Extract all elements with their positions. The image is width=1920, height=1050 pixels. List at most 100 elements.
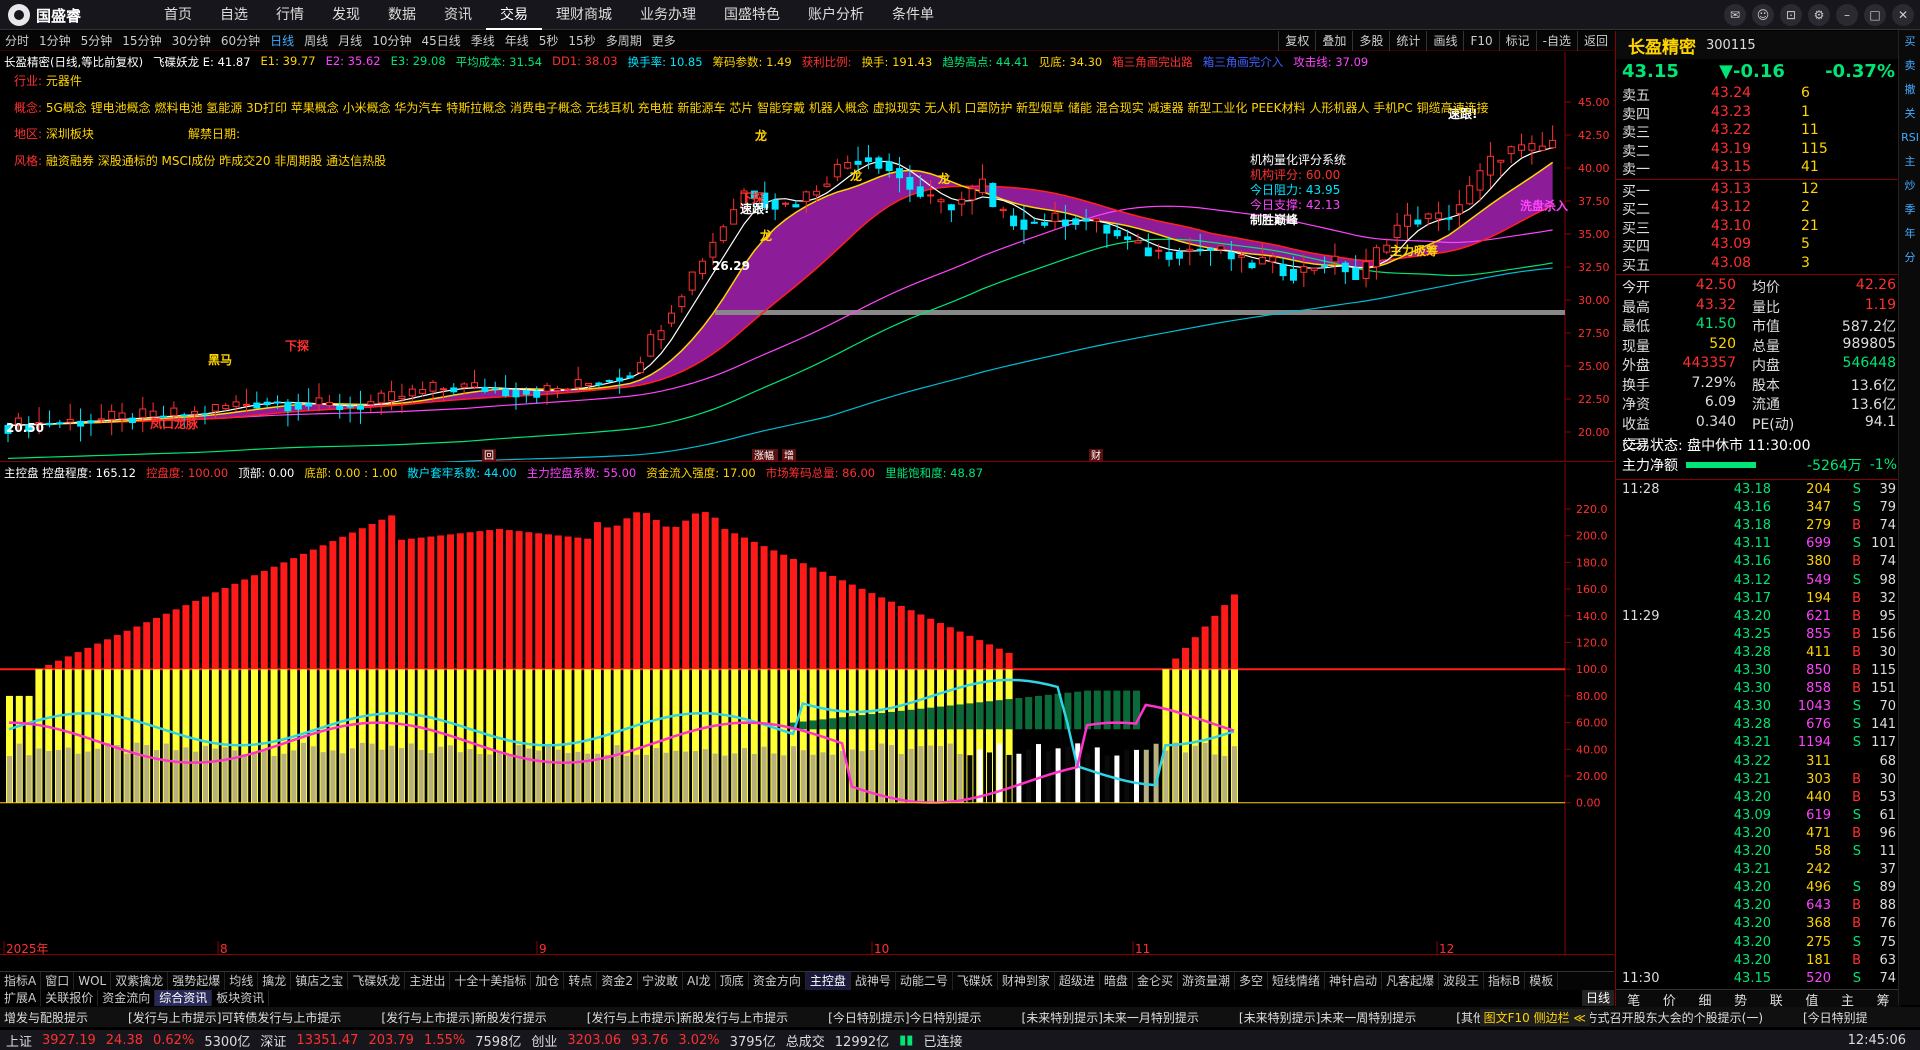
- indicator-tab[interactable]: 强势起爆: [168, 972, 226, 990]
- news-item[interactable]: [未来特别提示]未来一周特别提示: [1239, 1009, 1416, 1026]
- indicator-svg[interactable]: 220.0200.0180.0160.0140.0120.0100.080.00…: [0, 463, 1614, 955]
- quote-tab[interactable]: 价: [1663, 990, 1676, 1009]
- indicator-tab[interactable]: 短线情绪: [1268, 972, 1325, 990]
- period-tab[interactable]: 5秒: [534, 32, 564, 49]
- chart-tool-button[interactable]: 叠加: [1315, 31, 1352, 51]
- menu-item[interactable]: 自选: [206, 0, 262, 30]
- period-tab[interactable]: 1分钟: [34, 32, 76, 49]
- period-tab[interactable]: 45日线: [416, 32, 465, 49]
- side-tool-icon[interactable]: 分: [1899, 246, 1920, 270]
- quote-tab[interactable]: 势: [1734, 990, 1747, 1009]
- indicator-tab[interactable]: 镇店之宝: [291, 972, 349, 990]
- quote-tab[interactable]: 细: [1699, 990, 1712, 1009]
- menu-item[interactable]: 首页: [150, 0, 206, 30]
- indicator-tab[interactable]: 主控盘: [805, 972, 851, 990]
- info-tab[interactable]: 板块资讯: [212, 990, 270, 1006]
- menu-item[interactable]: 数据: [374, 0, 430, 30]
- bid-row[interactable]: 买五 43.08 3: [1616, 255, 1901, 274]
- minimize-icon[interactable]: –: [1836, 4, 1858, 26]
- user-icon[interactable]: ☺: [1752, 4, 1774, 26]
- indicator-tab[interactable]: 转点: [564, 972, 598, 990]
- news-item[interactable]: 增发与配股提示: [4, 1009, 88, 1026]
- side-tool-icon[interactable]: 年: [1899, 222, 1920, 246]
- chart-tool-button[interactable]: 多股: [1352, 31, 1389, 51]
- indicator-tab[interactable]: 超级进: [1055, 972, 1100, 990]
- bid-row[interactable]: 买一 43.13 12: [1616, 181, 1901, 200]
- menu-item[interactable]: 业务办理: [626, 0, 710, 30]
- indicator-tab[interactable]: 多空: [1235, 972, 1268, 990]
- menu-item[interactable]: 发现: [318, 0, 374, 30]
- quote-tab[interactable]: 值: [1805, 990, 1818, 1009]
- ask-row[interactable]: 卖五 43.24 6: [1616, 85, 1901, 104]
- indicator-tab[interactable]: 指标B: [1484, 972, 1526, 990]
- indicator-tab[interactable]: 模板: [1525, 972, 1559, 990]
- event-marker[interactable]: 涨幅: [754, 449, 774, 462]
- indicator-tab[interactable]: 顶底: [716, 972, 749, 990]
- indicator-tab[interactable]: 凡客起爆: [1382, 972, 1440, 990]
- menu-item[interactable]: 国盛特色: [710, 0, 794, 30]
- side-tool-icon[interactable]: 炒: [1899, 174, 1920, 198]
- side-tool-icon[interactable]: 主: [1899, 150, 1920, 174]
- info-tab[interactable]: 关联报价: [41, 990, 99, 1006]
- indicator-tab[interactable]: 窗口: [41, 972, 75, 990]
- news-item[interactable]: [今日特别提: [1803, 1009, 1868, 1026]
- period-tab[interactable]: 多周期: [601, 32, 647, 49]
- chart-tool-button[interactable]: 统计: [1389, 31, 1426, 51]
- indicator-tab[interactable]: 波段王: [1439, 972, 1485, 990]
- indicator-tab[interactable]: 宁波敢: [638, 972, 684, 990]
- indicator-tab[interactable]: 指标A: [0, 972, 42, 990]
- message-icon[interactable]: ✉: [1724, 4, 1746, 26]
- news-item[interactable]: [发行与上市提示]新股发行提示: [381, 1009, 546, 1026]
- menu-item[interactable]: 交易: [486, 0, 542, 30]
- ask-row[interactable]: 卖四 43.23 1: [1616, 104, 1901, 123]
- sidebar-toggle[interactable]: 图文F10 侧边栏 ≪: [1479, 1008, 1590, 1026]
- event-marker[interactable]: 增: [784, 449, 794, 462]
- info-tab[interactable]: 扩展A: [0, 990, 42, 1006]
- quote-tab[interactable]: 主: [1841, 990, 1854, 1009]
- indicator-tab[interactable]: 资金2: [597, 972, 639, 990]
- period-tab[interactable]: 5分钟: [76, 32, 118, 49]
- info-tab[interactable]: 资金流向: [98, 990, 156, 1006]
- maximize-icon[interactable]: □: [1864, 4, 1886, 26]
- indicator-tab[interactable]: 十全十美指标: [450, 972, 532, 990]
- indicator-tab[interactable]: 暗盘: [1100, 972, 1133, 990]
- news-item[interactable]: [未来特别提示]未来一月特别提示: [1022, 1009, 1199, 1026]
- lock-icon[interactable]: ⊡: [1780, 4, 1802, 26]
- settings-icon[interactable]: ⚙: [1808, 4, 1830, 26]
- indicator-tab[interactable]: WOL: [74, 972, 112, 990]
- menu-item[interactable]: 资讯: [430, 0, 486, 30]
- side-tool-icon[interactable]: RSI: [1899, 126, 1920, 150]
- menu-item[interactable]: 条件单: [878, 0, 948, 30]
- side-tool-icon[interactable]: 关: [1899, 102, 1920, 126]
- indicator-tab[interactable]: AI龙: [683, 972, 716, 990]
- indicator-tab[interactable]: 双紫擒龙: [111, 972, 169, 990]
- indicator-tab[interactable]: 主进出: [405, 972, 451, 990]
- indicator-tab[interactable]: 游资量潮: [1178, 972, 1235, 990]
- ask-row[interactable]: 卖三 43.22 11: [1616, 122, 1901, 141]
- bid-row[interactable]: 买四 43.09 5: [1616, 236, 1901, 255]
- side-tool-icon[interactable]: 卖: [1899, 54, 1920, 78]
- event-marker[interactable]: 回: [484, 450, 494, 462]
- chart-tool-button[interactable]: 标记: [1498, 31, 1536, 51]
- period-tab[interactable]: 年线: [500, 32, 534, 49]
- menu-item[interactable]: 理财商城: [542, 0, 626, 30]
- info-tab[interactable]: 综合资讯: [155, 990, 213, 1006]
- side-tool-icon[interactable]: 买: [1899, 30, 1920, 54]
- period-tab[interactable]: 季线: [466, 32, 500, 49]
- period-tab[interactable]: 分时: [0, 32, 34, 49]
- indicator-tab[interactable]: 飞碟妖: [953, 972, 998, 990]
- indicator-tab[interactable]: 神针启动: [1325, 972, 1383, 990]
- period-tab[interactable]: 15分钟: [117, 32, 166, 49]
- chart-tool-button[interactable]: 复权: [1278, 31, 1315, 51]
- indicator-tab[interactable]: 金仑买: [1133, 972, 1178, 990]
- side-tool-icon[interactable]: 季: [1899, 198, 1920, 222]
- news-item[interactable]: [发行与上市提示]可转债发行与上市提示: [128, 1009, 341, 1026]
- news-item[interactable]: [发行与上市提示]新股发行与上市提示: [587, 1009, 788, 1026]
- menu-item[interactable]: 行情: [262, 0, 318, 30]
- indicator-tab[interactable]: 财神到家: [998, 972, 1055, 990]
- indicator-chart[interactable]: 主控盘 控盘程度: 165.12 控盘度: 100.00 顶部: 0.00 底部: 0…: [0, 463, 1614, 955]
- event-marker[interactable]: 财: [1091, 449, 1101, 462]
- period-tab[interactable]: 周线: [299, 32, 333, 49]
- side-tool-icon[interactable]: 撤: [1899, 78, 1920, 102]
- quote-tab[interactable]: 笔: [1627, 990, 1640, 1009]
